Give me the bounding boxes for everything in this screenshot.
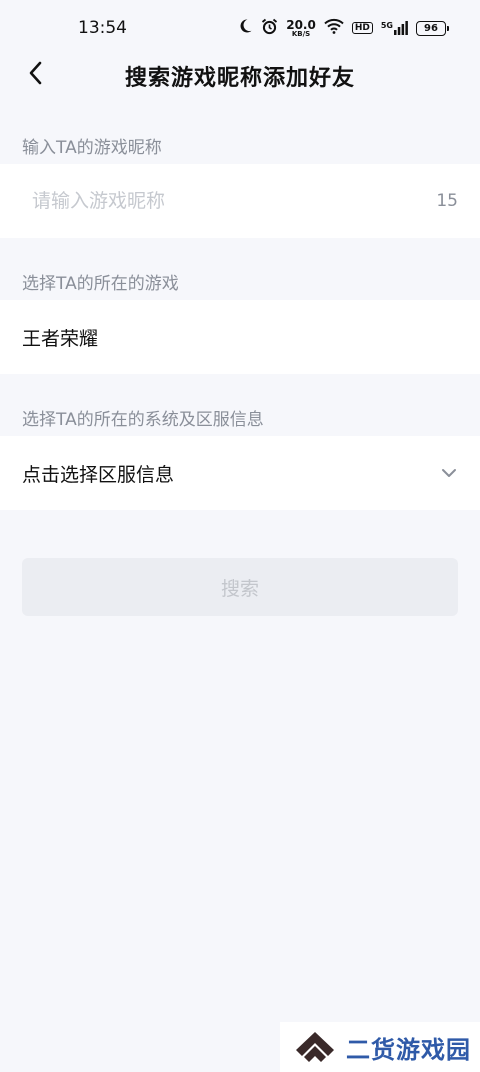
watermark-text: 二货游戏园 bbox=[346, 1035, 471, 1064]
game-value: 王者荣耀 bbox=[22, 327, 99, 350]
watermark-logo-icon bbox=[296, 1032, 334, 1062]
game-label: 选择TA的所在的游戏 bbox=[22, 274, 179, 294]
moon-icon bbox=[237, 18, 253, 38]
net-speed-value: 20.0 bbox=[286, 17, 316, 32]
nickname-char-counter: 15 bbox=[436, 191, 458, 211]
signal-icon: 5G bbox=[381, 21, 408, 35]
watermark: 二货游戏园 bbox=[280, 1022, 480, 1072]
alarm-icon bbox=[261, 18, 278, 39]
wifi-icon bbox=[324, 18, 344, 38]
net-speed-unit: KB/S bbox=[291, 29, 311, 38]
server-selector[interactable]: 点击选择区服信息 bbox=[0, 436, 480, 510]
signal-label: 5G bbox=[380, 21, 393, 30]
page-title: 搜索游戏昵称添加好友 bbox=[124, 66, 355, 91]
battery-icon: 96 bbox=[416, 20, 449, 36]
hd-icon: HD bbox=[351, 22, 373, 34]
status-time: 13:54 bbox=[78, 18, 127, 38]
status-icons: 20.0 KB/S HD 5G 96 bbox=[237, 18, 449, 39]
server-value: 点击选择区服信息 bbox=[22, 463, 175, 486]
net-speed: 20.0 KB/S bbox=[286, 19, 316, 38]
nickname-row: 15 bbox=[0, 164, 480, 238]
nickname-input[interactable] bbox=[22, 190, 437, 212]
status-bar: 13:54 20.0 KB/S HD 5G 96 bbox=[0, 0, 480, 56]
nickname-label: 输入TA的游戏昵称 bbox=[22, 138, 162, 158]
nav-bar: 搜索游戏昵称添加好友 bbox=[0, 56, 480, 92]
server-label: 选择TA的所在的系统及区服信息 bbox=[22, 410, 264, 430]
chevron-down-icon bbox=[440, 464, 458, 482]
search-button[interactable]: 搜索 bbox=[22, 558, 458, 616]
game-selector[interactable]: 王者荣耀 bbox=[0, 300, 480, 374]
